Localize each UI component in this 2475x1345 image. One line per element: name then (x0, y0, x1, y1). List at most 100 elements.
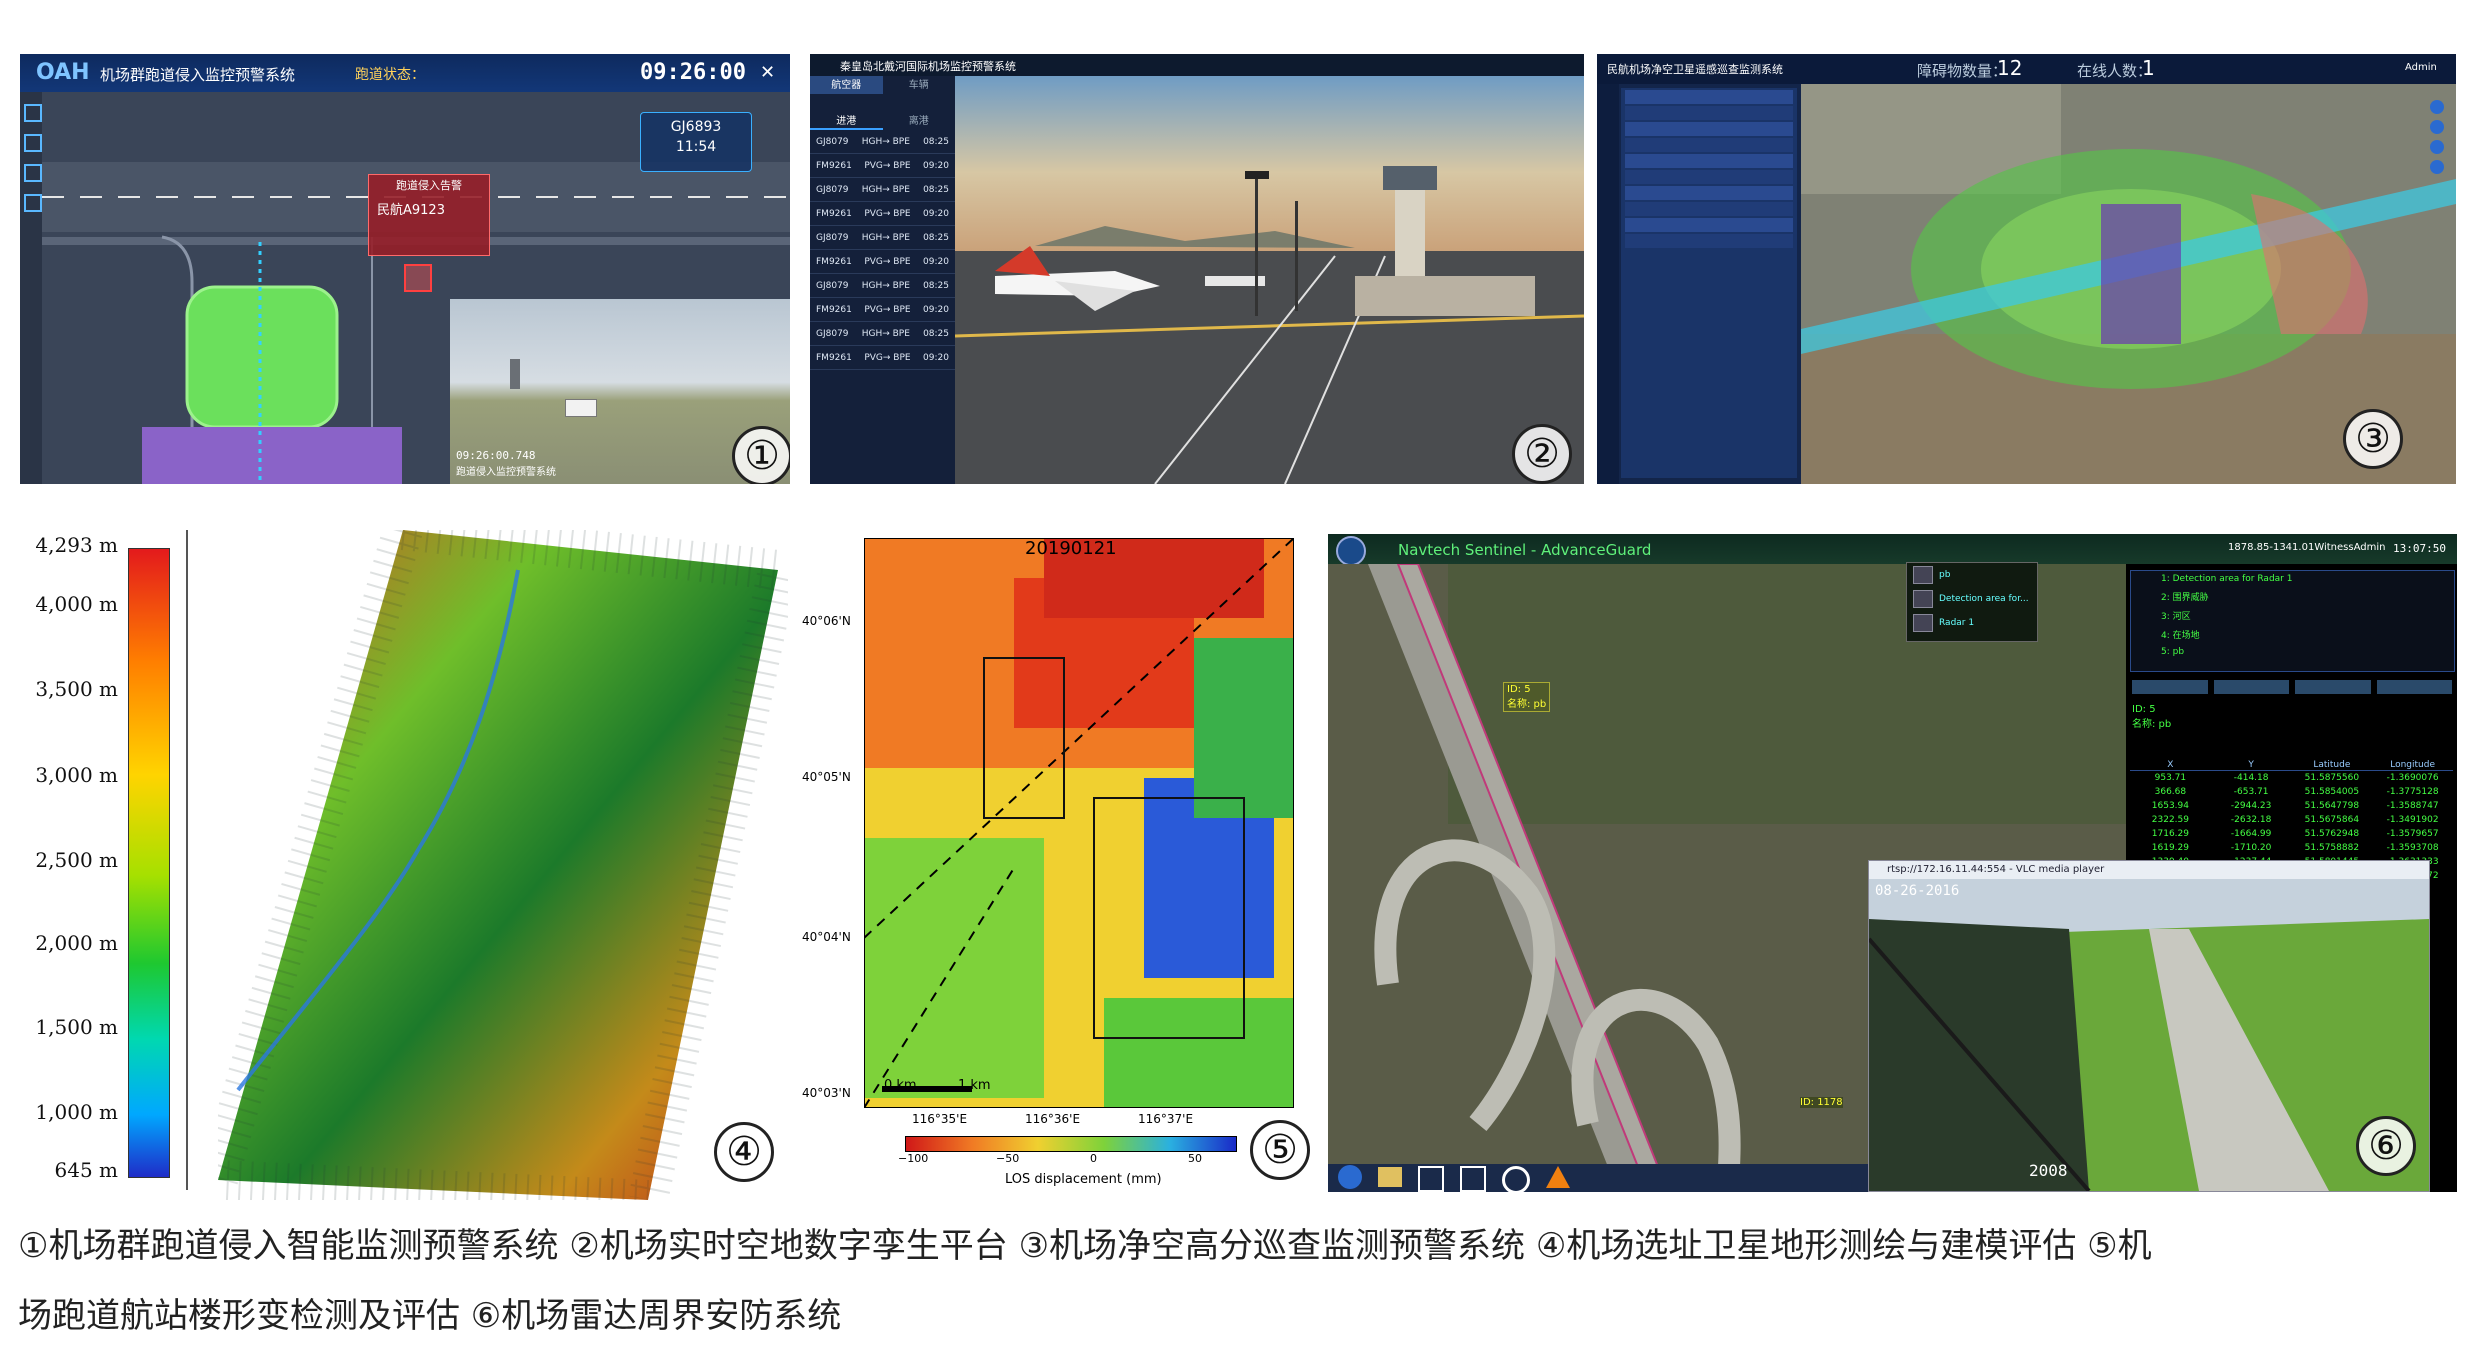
target-label[interactable]: ID: 5 名称: pb (1503, 682, 1551, 712)
legend-item[interactable]: Detection area for... (1907, 587, 2037, 611)
tool-icon[interactable] (24, 164, 42, 182)
table-cell: -2632.18 (2230, 815, 2272, 825)
vlc-video (1867, 879, 2429, 1192)
map-tool-icon[interactable] (2430, 160, 2444, 174)
flight-list-item[interactable]: FM9261 PVG→ BPE 09:20 (810, 154, 955, 178)
logo: OAH (36, 60, 90, 85)
header-cell: X (2167, 760, 2174, 770)
record-row[interactable] (1625, 138, 1793, 152)
close-icon[interactable]: ✕ (760, 62, 775, 83)
app-icon[interactable] (1460, 1166, 1486, 1192)
app-title: 机场群跑道侵入监控预警系统 (100, 66, 296, 84)
table-row[interactable]: 366.68 -653.71 51.5854005 -1.3775128 (2130, 785, 2453, 799)
record-row[interactable] (1625, 154, 1793, 168)
record-row[interactable] (1625, 106, 1793, 120)
layer-icon (1913, 614, 1933, 632)
record-row[interactable] (1625, 234, 1793, 248)
settings-icon[interactable] (1502, 1166, 1530, 1192)
vehicle (565, 399, 597, 417)
table-row[interactable]: 953.71 -414.18 51.5875560 -1.3690076 (2130, 771, 2453, 785)
map-tool-icon[interactable] (2430, 100, 2444, 114)
flight-list-item[interactable]: GJ8079 HGH→ BPE 08:25 (810, 178, 955, 202)
longitude-label: 116°35'E (912, 1112, 968, 1126)
panel-number-1: ① (732, 426, 790, 484)
tab-arrivals[interactable]: 进港 (810, 112, 883, 130)
vlc-date: 08-26-2016 (1875, 883, 1960, 899)
alert-popup: 跑道侵入告警 民航A9123 (368, 174, 490, 256)
control-button[interactable] (2376, 680, 2452, 694)
start-icon[interactable] (1338, 1165, 1362, 1189)
flight-code: FM9261 (816, 209, 852, 219)
user-label: Admin (2405, 62, 2437, 73)
flight-list-item[interactable]: GJ8079 HGH→ BPE 08:25 (810, 226, 955, 250)
vehicle-tabs: 航空器 车辆 (810, 76, 955, 94)
tab-aircraft[interactable]: 航空器 (810, 76, 883, 94)
panel-perimeter-radar: Navtech Sentinel - AdvanceGuard 1878.85-… (1328, 534, 2457, 1192)
tree-item[interactable]: 3: 河区 (2131, 606, 2454, 625)
record-row[interactable] (1625, 202, 1793, 216)
tool-icon[interactable] (24, 134, 42, 152)
panel-number-4: ④ (714, 1122, 774, 1182)
panel-runway-incursion: OAH 机场群跑道侵入监控预警系统 跑道状态： 09:26:00 ✕ 跑道侵入告… (20, 54, 790, 484)
table-row[interactable]: 1716.29 -1664.99 51.5762948 -1.3579657 (2130, 827, 2453, 841)
control-buttons (2132, 680, 2452, 694)
record-row[interactable] (1625, 170, 1793, 184)
tree-item[interactable]: 4: 在场地 (2131, 625, 2454, 644)
record-row[interactable] (1625, 218, 1793, 232)
flight-list-item[interactable]: GJ8079 HGH→ BPE 08:25 (810, 274, 955, 298)
flight-code: GJ8079 (816, 281, 849, 291)
record-row[interactable] (1625, 186, 1793, 200)
tab-departures[interactable]: 离港 (883, 112, 956, 130)
title-bar: Navtech Sentinel - AdvanceGuard 1878.85-… (1328, 534, 2457, 566)
flight-route: PVG→ BPE (864, 257, 911, 267)
flight-list: GJ8079 HGH→ BPE 08:25 FM9261 PVG→ BPE 09:20 GJ… (810, 130, 955, 370)
folder-icon[interactable] (1378, 1167, 1402, 1187)
control-button[interactable] (2132, 680, 2208, 694)
record-row[interactable] (1625, 90, 1793, 104)
map-tool-icon[interactable] (2430, 120, 2444, 134)
alert-marker (404, 264, 432, 292)
table-cell: -1664.99 (2230, 829, 2272, 839)
tree-item[interactable]: 5: pb (2131, 644, 2454, 660)
flight-list-item[interactable]: FM9261 PVG→ BPE 09:20 (810, 202, 955, 226)
table-cell: 366.68 (2154, 787, 2187, 797)
vlc-window: rtsp://172.16.11.44:554 - VLC media play… (1867, 860, 2430, 1192)
vlc-icon[interactable] (1546, 1166, 1570, 1188)
flight-route: HGH→ BPE (861, 185, 910, 195)
flight-list-item[interactable]: FM9261 PVG→ BPE 09:20 (810, 346, 955, 370)
control-button[interactable] (2213, 680, 2289, 694)
caption-line-2: 场跑道航站楼形变检测及评估 ⑥机场雷达周界安防系统 (18, 1296, 842, 1336)
flight-code: GJ8079 (816, 233, 849, 243)
tool-icon[interactable] (24, 194, 42, 212)
vlc-year: 2008 (2029, 1161, 2068, 1180)
table-row[interactable]: 1653.94 -2944.23 51.5647798 -1.3588747 (2130, 799, 2453, 813)
tool-icon[interactable] (24, 104, 42, 122)
flight-id: GJ6893 (670, 119, 722, 135)
record-row[interactable] (1625, 122, 1793, 136)
flight-list-item[interactable]: GJ8079 HGH→ BPE 08:25 (810, 322, 955, 346)
longitude-label: 116°37'E (1138, 1112, 1194, 1126)
info-name: 名称: pb (2132, 719, 2172, 730)
tree-item[interactable]: 2: 围界威胁 (2131, 587, 2454, 606)
flight-time: 09:20 (923, 257, 949, 267)
table-cell: 51.5675864 (2304, 815, 2360, 825)
legend-item[interactable]: Radar 1 (1907, 611, 2037, 635)
flight-route: HGH→ BPE (861, 233, 910, 243)
flight-list-item[interactable]: FM9261 PVG→ BPE 09:20 (810, 298, 955, 322)
legend-item[interactable]: pb (1907, 563, 2037, 587)
app-title: 民航机场净空卫星遥感巡查监测系统 (1607, 63, 1783, 76)
legend-label: Detection area for... (1939, 594, 2029, 604)
flight-route: HGH→ BPE (861, 281, 910, 291)
table-row[interactable]: 2322.59 -2632.18 51.5675864 -1.3491902 (2130, 813, 2453, 827)
flight-code: GJ8079 (816, 329, 849, 339)
tab-vehicle[interactable]: 车辆 (883, 76, 956, 94)
tree-item[interactable]: 1: Detection area for Radar 1 (2131, 571, 2454, 587)
flight-list-item[interactable]: FM9261 PVG→ BPE 09:20 (810, 250, 955, 274)
app-icon[interactable] (1418, 1166, 1444, 1192)
flight-list-item[interactable]: GJ8079 HGH→ BPE 08:25 (810, 130, 955, 154)
map-tool-icon[interactable] (2430, 140, 2444, 154)
tree-view: 1: Detection area for Radar 1 2: 围界威胁 3: 河… (2130, 570, 2455, 672)
control-button[interactable] (2295, 680, 2371, 694)
table-cell: -1.3593708 (2386, 843, 2439, 853)
table-row[interactable]: 1619.29 -1710.20 51.5758882 -1.3593708 (2130, 841, 2453, 855)
